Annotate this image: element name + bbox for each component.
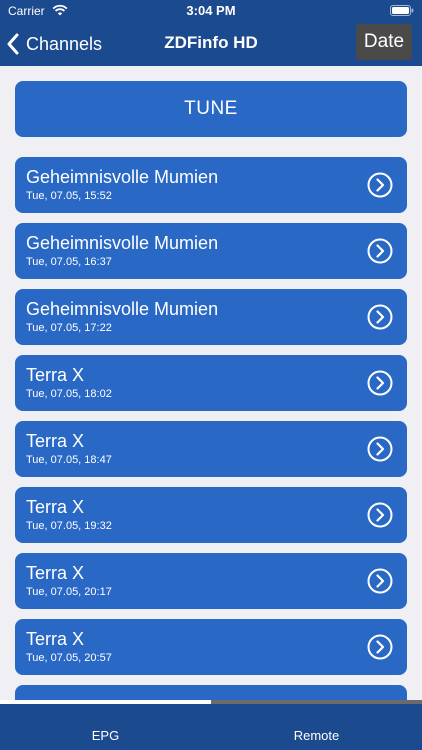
program-time: Tue, 07.05, 18:47 (26, 454, 112, 466)
program-item[interactable]: Geheimnisvolle Mumien Tue, 07.05, 15:52 (15, 157, 407, 213)
chevron-right-circle-icon[interactable] (367, 370, 393, 396)
program-item[interactable]: Terra X Tue, 07.05, 20:57 (15, 619, 407, 675)
tab-remote[interactable]: Remote (211, 704, 422, 750)
program-title: Geheimnisvolle Mumien (26, 233, 219, 253)
program-item[interactable]: Terra X Tue, 07.05, 18:02 (15, 355, 407, 411)
navigation-bar: Channels ZDFinfo HD Date (0, 22, 422, 66)
program-list-container[interactable]: TUNE Geheimnisvolle Mumien Tue, 07.05, 1… (0, 66, 422, 700)
program-time: Tue, 07.05, 20:57 (26, 652, 112, 664)
top-bar: Carrier 3:04 PM Channels ZDFinfo HD Date (0, 0, 422, 66)
program-title: Terra X (26, 629, 85, 649)
tab-bar: EPG Remote (0, 704, 422, 750)
program-time: Tue, 07.05, 17:22 (26, 322, 112, 334)
tune-button[interactable]: TUNE (15, 81, 407, 137)
program-item-partial[interactable] (15, 685, 407, 700)
chevron-right-circle-icon[interactable] (367, 634, 393, 660)
program-title: Terra X (26, 497, 85, 517)
program-time: Tue, 07.05, 15:52 (26, 190, 112, 202)
program-title: Terra X (26, 563, 85, 583)
program-title: Terra X (26, 431, 85, 451)
program-time: Tue, 07.05, 19:32 (26, 520, 112, 532)
chevron-right-circle-icon[interactable] (367, 436, 393, 462)
program-item[interactable]: Terra X Tue, 07.05, 20:17 (15, 553, 407, 609)
program-list: Geheimnisvolle Mumien Tue, 07.05, 15:52 … (15, 157, 407, 700)
status-bar: Carrier 3:04 PM (0, 0, 422, 22)
program-time: Tue, 07.05, 18:02 (26, 388, 112, 400)
program-item[interactable]: Geheimnisvolle Mumien Tue, 07.05, 16:37 (15, 223, 407, 279)
program-time: Tue, 07.05, 16:37 (26, 256, 112, 268)
chevron-right-circle-icon[interactable] (367, 502, 393, 528)
chevron-right-circle-icon[interactable] (367, 238, 393, 264)
chevron-right-circle-icon[interactable] (367, 304, 393, 330)
program-item[interactable]: Terra X Tue, 07.05, 18:47 (15, 421, 407, 477)
program-title: Geheimnisvolle Mumien (26, 299, 219, 319)
program-title: Terra X (26, 365, 85, 385)
program-time: Tue, 07.05, 20:17 (26, 586, 112, 598)
program-item[interactable]: Geheimnisvolle Mumien Tue, 07.05, 17:22 (15, 289, 407, 345)
program-item[interactable]: Terra X Tue, 07.05, 19:32 (15, 487, 407, 543)
chevron-right-circle-icon[interactable] (367, 568, 393, 594)
chevron-right-circle-icon[interactable] (367, 172, 393, 198)
battery-icon (390, 5, 414, 16)
date-button[interactable]: Date (356, 24, 412, 60)
status-time: 3:04 PM (186, 3, 236, 18)
program-title: Geheimnisvolle Mumien (26, 167, 219, 187)
tab-epg[interactable]: EPG (0, 704, 211, 750)
